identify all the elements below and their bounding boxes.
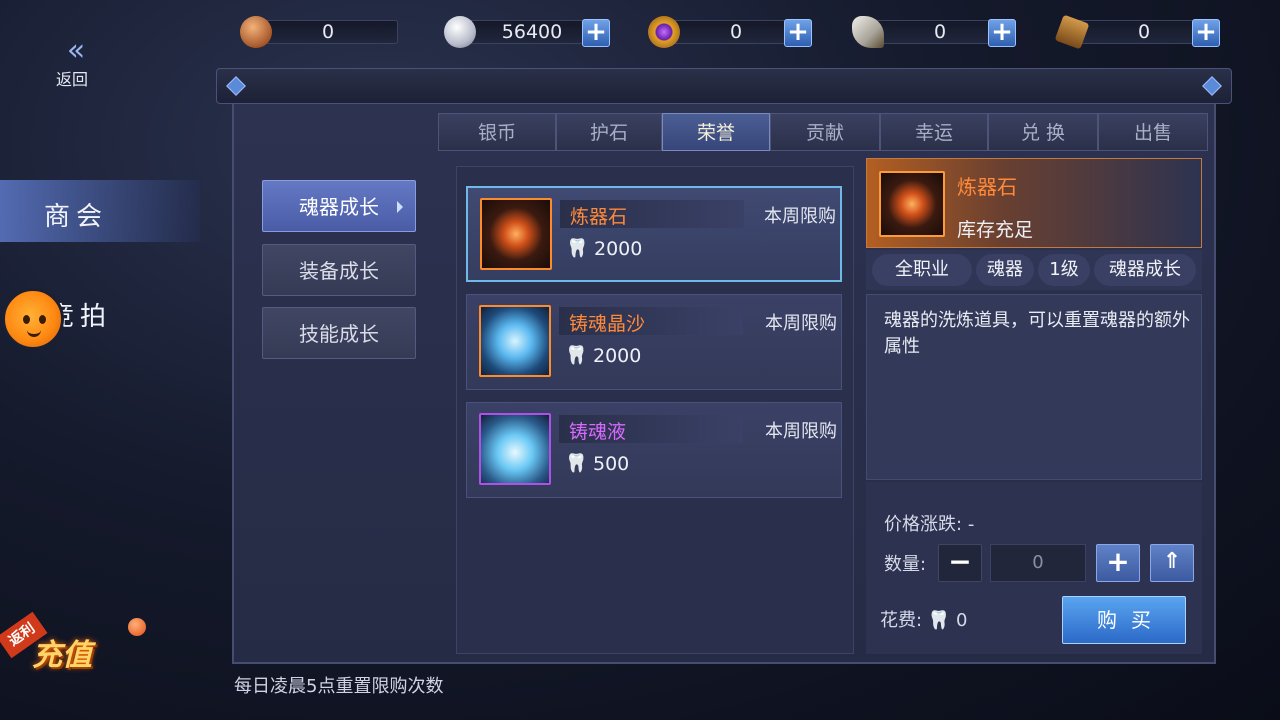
price-change-label: 价格涨跌: -: [884, 510, 974, 536]
price-change-value: -: [967, 514, 975, 535]
category-label: 装备成长: [299, 259, 379, 283]
corner-gem-icon: [226, 76, 246, 96]
item-limit: 本周限购: [765, 421, 837, 442]
selected-arrow-icon: [397, 201, 403, 213]
category-label: 魂器成长: [299, 195, 379, 219]
category-equipment-growth[interactable]: 装备成长: [262, 244, 416, 296]
detail-description: 魂器的洗炼道具，可以重置魂器的额外属性: [884, 310, 1190, 357]
currency-horn: 0 +: [852, 16, 1022, 48]
side-nav-item-guild-shop[interactable]: 商会: [44, 196, 108, 233]
quantity-decrease-button[interactable]: −: [938, 544, 982, 582]
item-price: 2000: [594, 238, 643, 260]
soul-liquid-icon: [479, 413, 551, 485]
item-limit: 本周限购: [764, 206, 836, 227]
detail-stock-status: 库存充足: [957, 219, 1034, 241]
back-label: 返回: [55, 70, 88, 89]
mascot-eye: [39, 315, 46, 324]
currency-gem: 0 +: [648, 16, 818, 48]
quantity-label: 数量:: [884, 554, 927, 575]
currency-copper: 0: [240, 16, 400, 48]
cost-label: 花费: 🦷 0: [880, 606, 967, 632]
honor-horn-icon: 🦷: [566, 238, 589, 259]
tab-honor[interactable]: 荣誉: [662, 113, 770, 151]
shop-panel-header: [216, 68, 1232, 104]
category-label: 技能成长: [299, 322, 379, 346]
tab-contribution[interactable]: 贡献: [770, 113, 880, 151]
item-name: 铸魂晶沙: [569, 313, 646, 335]
refining-stone-icon: [879, 171, 945, 237]
tag-category: 魂器成长: [1094, 254, 1196, 286]
corner-gem-icon: [1202, 76, 1222, 96]
list-item[interactable]: 炼器石 本周限购 🦷 2000: [466, 186, 842, 282]
item-name: 铸魂液: [569, 421, 627, 443]
mascot-mouth: [27, 329, 41, 337]
currency-silver: 56400 +: [444, 16, 614, 48]
cost-value: 0: [955, 610, 968, 631]
price-change-text: 价格涨跌:: [884, 514, 963, 535]
honor-horn-icon: 🦷: [927, 610, 951, 631]
recharge-button[interactable]: 返利 充值: [0, 611, 150, 678]
back-button[interactable]: « 返回: [44, 36, 100, 92]
mascot-eye: [23, 315, 30, 324]
quantity-increase-button[interactable]: +: [1096, 544, 1140, 582]
item-limit: 本周限购: [765, 313, 837, 334]
detail-tags: 全职业 魂器 1级 魂器成长: [866, 250, 1202, 290]
token-value: 0: [1137, 21, 1151, 43]
buy-button[interactable]: 购买: [1062, 596, 1186, 644]
tab-exchange[interactable]: 兑 换: [988, 113, 1098, 151]
gem-value: 0: [729, 21, 743, 43]
notification-dot-icon: [128, 618, 146, 636]
recharge-label: 充值: [32, 638, 92, 673]
add-token-button[interactable]: +: [1192, 19, 1220, 47]
tag-level: 1级: [1038, 254, 1090, 286]
tab-silver[interactable]: 银币: [438, 113, 556, 151]
back-arrow-icon: «: [66, 33, 85, 68]
add-silver-button[interactable]: +: [582, 19, 610, 47]
honor-horn-icon: 🦷: [565, 345, 588, 366]
item-name: 炼器石: [570, 206, 628, 228]
add-horn-button[interactable]: +: [988, 19, 1016, 47]
tab-sell[interactable]: 出售: [1098, 113, 1208, 151]
category-soul-vessel-growth[interactable]: 魂器成长: [262, 180, 416, 232]
honor-horn-icon: 🦷: [565, 453, 588, 474]
item-price: 500: [593, 453, 630, 475]
refining-stone-icon: [480, 198, 552, 270]
list-item[interactable]: 铸魂晶沙 本周限购 🦷 2000: [466, 294, 842, 390]
list-item[interactable]: 铸魂液 本周限购 🦷 500: [466, 402, 842, 498]
currency-token: 0 +: [1054, 14, 1226, 50]
cost-text: 花费:: [880, 610, 923, 631]
tag-class: 全职业: [872, 254, 972, 286]
reset-note: 每日凌晨5点重置限购次数: [234, 676, 444, 697]
tag-type: 魂器: [976, 254, 1034, 286]
copper-value: 0: [321, 21, 335, 43]
horn-value: 0: [933, 21, 947, 43]
tab-luck[interactable]: 幸运: [880, 113, 988, 151]
quantity-max-button[interactable]: ⇑: [1150, 544, 1194, 582]
silver-value: 56400: [501, 21, 563, 43]
mascot-assistant-icon[interactable]: [2, 288, 64, 350]
detail-item-name: 炼器石: [957, 175, 1017, 199]
item-price: 2000: [593, 345, 642, 367]
category-skill-growth[interactable]: 技能成长: [262, 307, 416, 359]
soul-sand-icon: [479, 305, 551, 377]
tab-guardstone[interactable]: 护石: [556, 113, 662, 151]
detail-header: 炼器石 库存充足: [866, 158, 1202, 248]
quantity-input[interactable]: 0: [990, 544, 1086, 582]
add-gem-button[interactable]: +: [784, 19, 812, 47]
